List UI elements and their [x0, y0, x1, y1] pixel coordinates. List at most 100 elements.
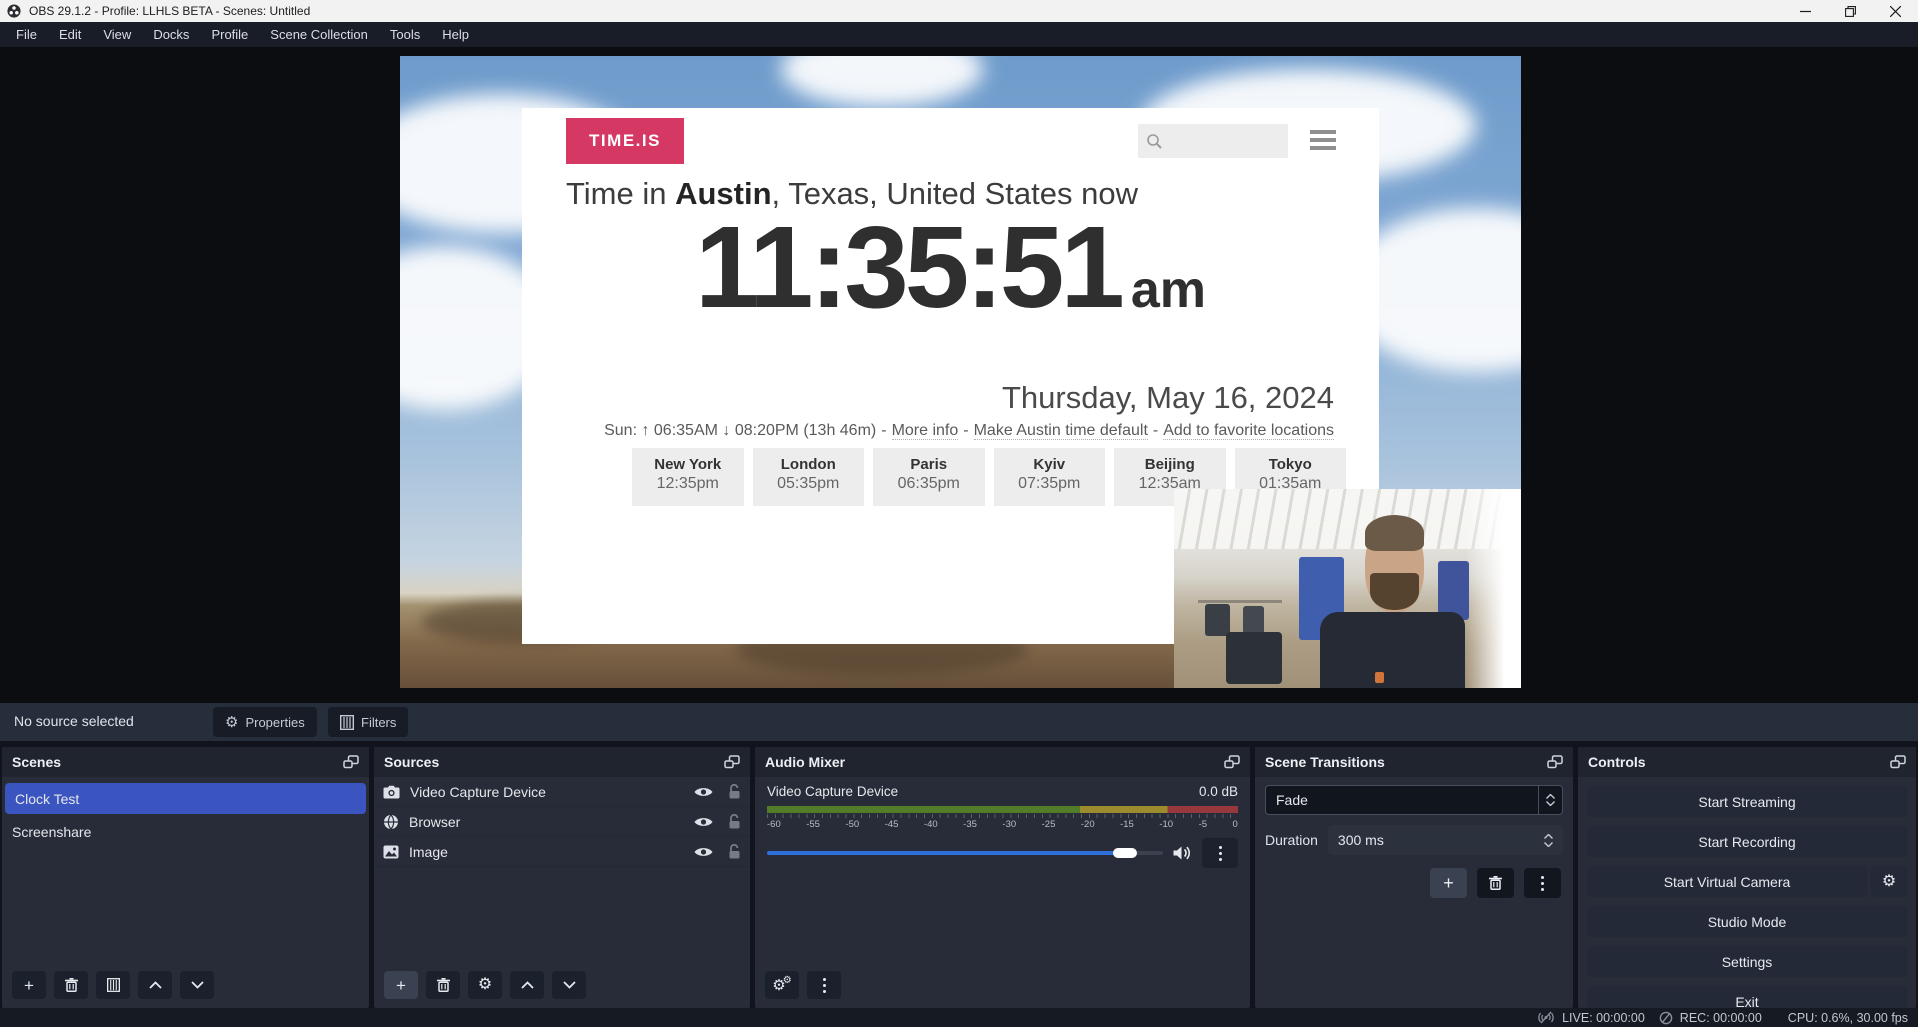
menu-view[interactable]: View	[92, 22, 142, 47]
close-icon	[1890, 6, 1901, 17]
cloud	[781, 56, 983, 107]
lock-open-icon[interactable]	[728, 784, 741, 799]
source-properties-button[interactable]: ⚙	[468, 971, 502, 999]
chevron-down-icon	[1544, 842, 1553, 847]
close-button[interactable]	[1873, 0, 1918, 22]
search-input[interactable]	[1138, 124, 1288, 158]
no-source-label: No source selected	[14, 713, 134, 729]
chevron-up-icon	[1544, 834, 1553, 839]
source-item-video-capture[interactable]: Video Capture Device	[374, 777, 750, 807]
controls-header: Controls	[1578, 747, 1916, 777]
image-icon	[383, 845, 399, 859]
menu-help[interactable]: Help	[431, 22, 480, 47]
mixer-channel: Video Capture Device 0.0 dB -60-55-50-45…	[755, 777, 1250, 868]
mixer-options-button[interactable]	[807, 971, 841, 999]
move-source-down-button[interactable]	[552, 971, 586, 999]
start-streaming-button[interactable]: Start Streaming	[1587, 786, 1907, 817]
visibility-eye-icon[interactable]	[694, 786, 713, 798]
popout-icon[interactable]	[343, 755, 359, 769]
studio-mode-button[interactable]: Studio Mode	[1587, 906, 1907, 937]
popout-icon[interactable]	[1890, 755, 1906, 769]
minimize-icon	[1800, 6, 1811, 17]
hamburger-menu-icon[interactable]	[1310, 130, 1336, 154]
transition-select[interactable]: Fade	[1265, 785, 1563, 815]
lock-open-icon[interactable]	[728, 844, 741, 859]
volume-slider[interactable]	[767, 851, 1163, 855]
volume-slider-handle[interactable]	[1113, 848, 1137, 858]
minimize-button[interactable]	[1783, 0, 1828, 22]
scenes-list: Clock Test Screenshare	[2, 777, 369, 847]
mixer-toolbar: ⚙⚙	[755, 962, 1250, 1008]
status-bar: LIVE: 00:00:00 REC: 00:00:00 CPU: 0.6%, …	[0, 1008, 1918, 1027]
add-source-button[interactable]: +	[384, 971, 418, 999]
gear-icon: ⚙	[225, 715, 238, 730]
popout-icon[interactable]	[1224, 755, 1240, 769]
start-virtual-camera-button[interactable]: Start Virtual Camera	[1587, 866, 1867, 897]
city-card[interactable]: Paris06:35pm	[873, 448, 985, 506]
menu-tools[interactable]: Tools	[379, 22, 431, 47]
sources-panel: Sources Video Capture Device	[374, 747, 750, 1008]
camera-icon	[383, 785, 400, 799]
duration-input[interactable]: 300 ms	[1328, 825, 1563, 855]
menu-bar: File Edit View Docks Profile Scene Colle…	[0, 22, 1918, 47]
menu-docks[interactable]: Docks	[142, 22, 200, 47]
remove-scene-button[interactable]	[54, 971, 88, 999]
popout-icon[interactable]	[724, 755, 740, 769]
broadcast-off-icon	[1537, 1011, 1555, 1024]
make-default-link[interactable]: Make Austin time default	[974, 422, 1148, 440]
cpu-fps-status: CPU: 0.6%, 30.00 fps	[1788, 1011, 1908, 1025]
city-card[interactable]: New York12:35pm	[632, 448, 744, 506]
popout-icon[interactable]	[1547, 755, 1563, 769]
sun-info-line: Sun: ↑ 06:35AM ↓ 08:20PM (13h 46m)-More …	[604, 422, 1334, 440]
live-status: LIVE: 00:00:00	[1537, 1011, 1645, 1025]
move-scene-down-button[interactable]	[180, 971, 214, 999]
properties-button[interactable]: ⚙ Properties	[213, 707, 317, 737]
city-card[interactable]: London05:35pm	[753, 448, 865, 506]
scene-preview[interactable]: TIME.IS Time in Austin, Texas, United St…	[400, 56, 1521, 688]
visibility-eye-icon[interactable]	[694, 846, 713, 858]
volume-meter	[767, 806, 1238, 813]
chevron-down-icon	[191, 981, 204, 989]
timeis-logo[interactable]: TIME.IS	[566, 118, 684, 164]
move-scene-up-button[interactable]	[138, 971, 172, 999]
settings-button[interactable]: Settings	[1587, 946, 1907, 977]
menu-profile[interactable]: Profile	[200, 22, 259, 47]
virtual-camera-config-button[interactable]: ⚙	[1871, 866, 1907, 897]
meter-tick-labels: -60-55-50-45-40-35-30-25-20-15-10-50	[767, 819, 1238, 830]
move-source-up-button[interactable]	[510, 971, 544, 999]
chevron-up-icon	[521, 981, 534, 989]
speaker-icon[interactable]	[1173, 845, 1192, 861]
scene-filters-button[interactable]	[96, 971, 130, 999]
add-favorite-link[interactable]: Add to favorite locations	[1163, 422, 1334, 440]
visibility-eye-icon[interactable]	[694, 816, 713, 828]
scenes-header: Scenes	[2, 747, 369, 777]
transition-options-button[interactable]	[1524, 868, 1561, 898]
menu-scene-collection[interactable]: Scene Collection	[259, 22, 379, 47]
audio-mixer-panel: Audio Mixer Video Capture Device 0.0 dB …	[755, 747, 1250, 1008]
program-canvas: TIME.IS Time in Austin, Texas, United St…	[0, 47, 1918, 703]
spinner-arrows[interactable]	[1544, 834, 1553, 847]
add-transition-button[interactable]: +	[1430, 868, 1467, 898]
menu-edit[interactable]: Edit	[48, 22, 92, 47]
start-recording-button[interactable]: Start Recording	[1587, 826, 1907, 857]
channel-options-button[interactable]	[1202, 838, 1238, 868]
lock-open-icon[interactable]	[728, 814, 741, 829]
chevron-down-icon	[1546, 801, 1555, 806]
scene-item-screenshare[interactable]: Screenshare	[2, 816, 369, 847]
filters-button[interactable]: Filters	[328, 707, 408, 737]
remove-source-button[interactable]	[426, 971, 460, 999]
add-scene-button[interactable]: +	[12, 971, 46, 999]
advanced-audio-button[interactable]: ⚙⚙	[765, 971, 799, 999]
remove-transition-button[interactable]	[1477, 868, 1514, 898]
restore-button[interactable]	[1828, 0, 1873, 22]
menu-file[interactable]: File	[5, 22, 48, 47]
more-info-link[interactable]: More info	[892, 422, 959, 440]
filters-icon	[107, 978, 120, 992]
source-item-image[interactable]: Image	[374, 837, 750, 867]
scenes-panel: Scenes Clock Test Screenshare +	[2, 747, 369, 1008]
chevron-up-icon	[1546, 794, 1555, 799]
scene-item-clock-test[interactable]: Clock Test	[5, 783, 366, 814]
kebab-menu-icon	[823, 976, 826, 994]
city-card[interactable]: Kyiv07:35pm	[994, 448, 1106, 506]
source-item-browser[interactable]: Browser	[374, 807, 750, 837]
